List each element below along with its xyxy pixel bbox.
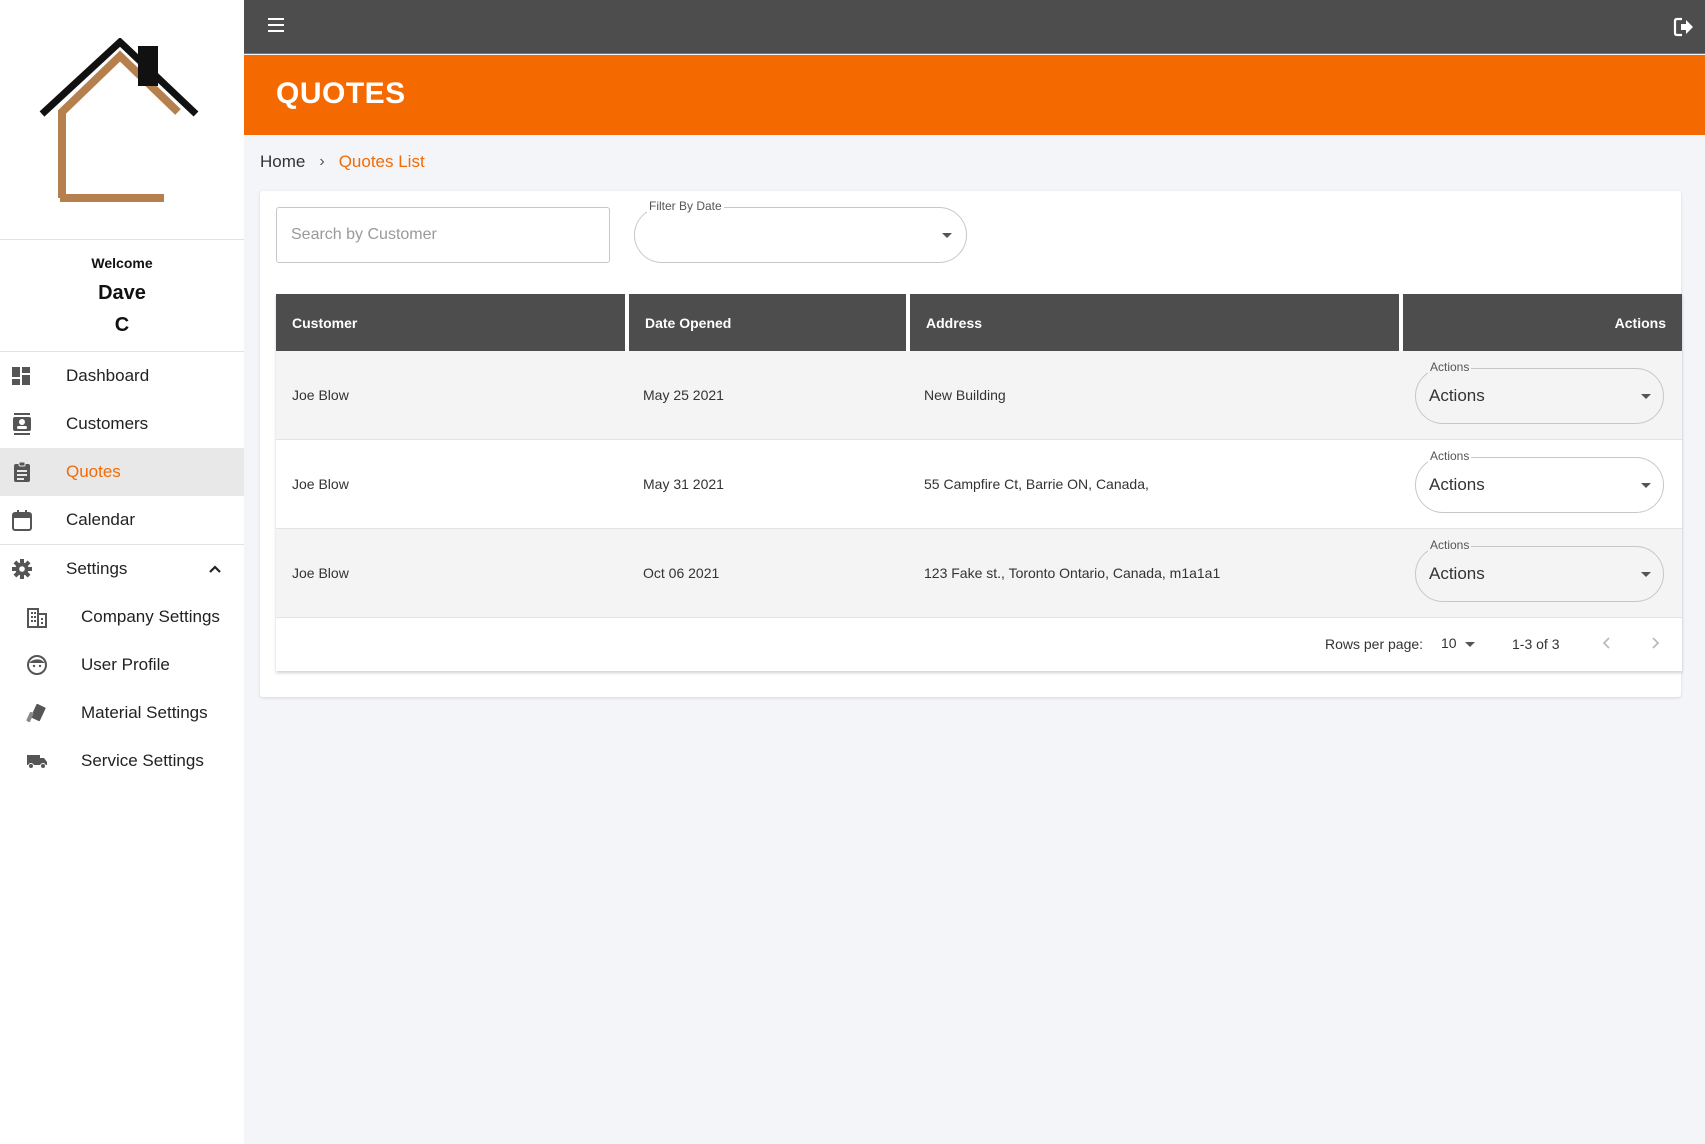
actions-select-label: Actions — [1428, 360, 1472, 374]
sidebar-item-label: Service Settings — [81, 751, 204, 770]
caret-down-icon — [1641, 394, 1651, 399]
page-title-bar: QUOTES — [244, 55, 1705, 135]
page-title: QUOTES — [276, 77, 406, 110]
cell-date-opened: Oct 06 2021 — [643, 565, 720, 581]
sidebar-item-label: User Profile — [81, 655, 170, 674]
rows-per-page-label: Rows per page: — [1325, 636, 1424, 652]
gear-icon — [12, 559, 32, 579]
logo — [0, 0, 244, 240]
face-icon — [27, 655, 47, 675]
rows-per-page-value: 10 — [1441, 635, 1457, 651]
quotes-card: Filter By Date Customer Date Opened Addr… — [260, 191, 1682, 697]
chevron-right-icon: › — [319, 153, 325, 170]
pagination-range: 1-3 of 3 — [1512, 636, 1560, 652]
table-row[interactable]: Joe Blow May 25 2021 New Building Action… — [276, 351, 1682, 440]
chevron-left-icon[interactable] — [1596, 632, 1618, 654]
table-row[interactable]: Joe Blow Oct 06 2021 123 Fake st., Toron… — [276, 529, 1682, 618]
actions-select-label: Actions — [1428, 449, 1472, 463]
sidebar-item-label: Settings — [66, 559, 128, 578]
actions-select[interactable]: Actions Actions — [1415, 449, 1664, 513]
building-icon — [27, 608, 47, 628]
truck-icon — [27, 755, 47, 769]
table-row[interactable]: Joe Blow May 31 2021 55 Campfire Ct, Bar… — [276, 440, 1682, 529]
column-header-address[interactable]: Address — [910, 294, 1399, 351]
sidebar: Welcome Dave C Dashboard Customers Quote… — [0, 0, 244, 1144]
welcome-panel: Welcome Dave C — [0, 240, 244, 352]
cell-address: 55 Campfire Ct, Barrie ON, Canada, — [924, 476, 1149, 492]
hamburger-menu-icon[interactable] — [268, 18, 284, 32]
column-header-date-opened[interactable]: Date Opened — [629, 294, 906, 351]
sidebar-item-dashboard[interactable]: Dashboard — [0, 352, 244, 400]
table-pagination: Rows per page: 10 1-3 of 3 — [276, 618, 1682, 671]
cell-customer: Joe Blow — [292, 476, 349, 492]
actions-select-value: Actions — [1429, 475, 1485, 494]
actions-select[interactable]: Actions Actions — [1415, 538, 1664, 602]
caret-down-icon — [942, 233, 952, 238]
rows-per-page-select[interactable]: 10 — [1441, 634, 1481, 654]
cell-address: New Building — [924, 387, 1006, 403]
actions-select[interactable]: Actions Actions — [1415, 360, 1664, 424]
actions-select-value: Actions — [1429, 386, 1485, 405]
table-header: Customer Date Opened Address Actions — [276, 294, 1682, 351]
cell-customer: Joe Blow — [292, 565, 349, 581]
sidebar-item-label: Quotes — [66, 462, 121, 481]
sidebar-item-settings[interactable]: Settings — [0, 545, 244, 593]
chevron-right-icon[interactable] — [1644, 632, 1666, 654]
sidebar-item-calendar[interactable]: Calendar — [0, 496, 244, 544]
top-bar — [244, 0, 1705, 54]
filter-by-date-label: Filter By Date — [647, 199, 724, 213]
sidebar-item-label: Dashboard — [66, 366, 150, 385]
sidebar-item-user-profile[interactable]: User Profile — [0, 641, 244, 689]
logout-icon[interactable] — [1673, 16, 1695, 38]
welcome-label: Welcome — [91, 255, 153, 271]
breadcrumb-current: Quotes List — [338, 152, 425, 171]
search-field[interactable] — [276, 207, 610, 263]
column-header-actions: Actions — [1403, 294, 1682, 351]
chevron-up-icon[interactable] — [206, 560, 224, 578]
sidebar-item-quotes[interactable]: Quotes — [0, 448, 244, 496]
dashboard-icon — [12, 367, 30, 385]
sidebar-item-company-settings[interactable]: Company Settings — [0, 593, 244, 641]
cell-date-opened: May 25 2021 — [643, 387, 724, 403]
sidebar-item-label: Calendar — [66, 510, 135, 529]
cell-customer: Joe Blow — [292, 387, 349, 403]
actions-select-label: Actions — [1428, 538, 1472, 552]
caret-down-icon — [1465, 642, 1475, 647]
sidebar-item-material-settings[interactable]: Material Settings — [0, 689, 244, 737]
search-input[interactable] — [277, 208, 609, 262]
caret-down-icon — [1641, 483, 1651, 488]
house-logo-icon — [39, 38, 199, 202]
actions-select-value: Actions — [1429, 564, 1485, 583]
sidebar-item-service-settings[interactable]: Service Settings — [0, 737, 244, 785]
cell-date-opened: May 31 2021 — [643, 476, 724, 492]
quotes-table: Customer Date Opened Address Actions Joe… — [276, 294, 1682, 671]
calendar-icon — [12, 510, 32, 531]
cell-address: 123 Fake st., Toronto Ontario, Canada, m… — [924, 565, 1221, 581]
filter-by-date-select[interactable]: Filter By Date — [634, 199, 967, 263]
sidebar-item-label: Customers — [66, 414, 149, 433]
sidebar-item-label: Company Settings — [81, 607, 220, 626]
breadcrumb: Home › Quotes List — [260, 152, 425, 172]
column-header-customer[interactable]: Customer — [276, 294, 625, 351]
user-last-name: C — [114, 314, 130, 336]
sidebar-item-label: Material Settings — [81, 703, 208, 722]
customers-icon — [13, 413, 31, 435]
breadcrumb-home[interactable]: Home — [260, 152, 305, 172]
material-icon — [26, 703, 46, 723]
sidebar-item-customers[interactable]: Customers — [0, 400, 244, 448]
caret-down-icon — [1641, 572, 1651, 577]
user-first-name: Dave — [98, 282, 146, 304]
quotes-icon — [14, 461, 30, 482]
